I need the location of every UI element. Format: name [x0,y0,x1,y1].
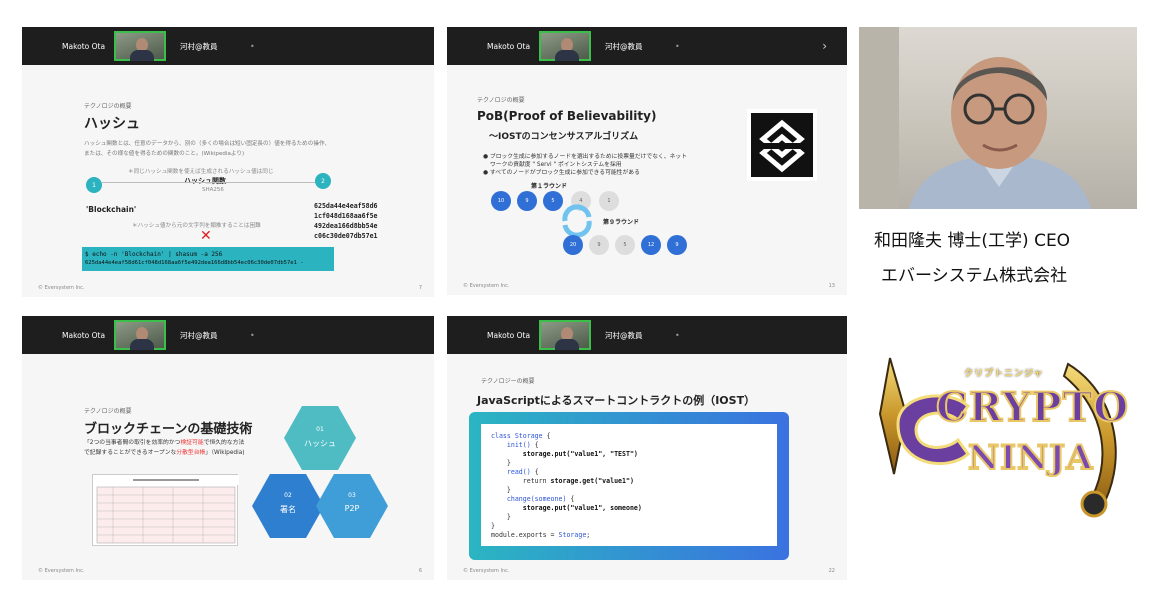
note: ＊同じハッシュ関数を使えば生成されるハッシュ値は同じ [128,169,274,175]
node: 10 [491,191,511,211]
iost-logo [747,109,817,181]
hex-label: ハッシュ [304,439,336,448]
slide-category: テクノロジの概要 [477,97,525,104]
participant-name: 河村@教員 [605,41,643,51]
terminal-box: $ echo -n 'Blockchain' | shasum -a 256 6… [82,247,334,271]
participant-name: 河村@教員 [605,330,643,340]
node-1: 1 [86,177,102,193]
round-1-label: 第１ラウンド [531,183,568,190]
speaker-video-tile[interactable] [539,31,591,61]
terminal-output: 625da44e4eaf58d61cf048d168aa6f5e492dea16… [85,260,304,266]
hash-output: 625da44e4eaf58d6 1cf048d168aa6f5e 492dea… [314,202,378,240]
crypto-ninja-logo: クリプトニンジャ CRYPTO NINJA [868,354,1138,534]
participant-name: Makoto Ota [62,41,106,51]
cross-icon: ✕ [200,228,212,244]
slide-footer: © Eversystem Inc. [463,283,510,289]
iost-logo-icon [751,113,813,177]
slide-title: ハッシュ [84,116,140,132]
slide-description: または、その様な値を得るための関数のこと。(Wikipediaより) [84,151,245,157]
note: ＊ハッシュ値から元の文字列を類推することは困難 [132,223,261,229]
round-9-nodes: 20 9 5 12 9 [563,235,693,265]
node: 20 [563,235,583,255]
node: 1 [599,191,619,211]
participant-name: 河村@教員 [180,330,218,340]
node: 12 [641,235,661,255]
speaker-video-tile[interactable] [114,320,166,350]
next-arrow-icon[interactable]: › [822,39,827,53]
speaker-video-tile[interactable] [114,31,166,61]
slide-category: テクノロジーの概要 [481,378,535,385]
screen-hash-slide: Makoto Ota 河村@教員 • テクノロジの概要 ハッシュ ハッシュ関数と… [22,27,434,297]
logo-word-ninja: NINJA [967,437,1094,479]
slide-footer: © Eversystem Inc. [38,285,85,291]
speaker-video-tile[interactable] [539,320,591,350]
slide: テクノロジーの概要 JavaScriptによるスマートコントラクトの例（IOST… [447,354,847,580]
slide-category: テクノロジの概要 [84,408,132,415]
page-number: 6 [418,568,422,574]
hex-label: P2P [344,504,360,513]
hex-number: 02 [284,492,292,499]
screen-javascript-slide: Makoto Ota 河村@教員 • テクノロジーの概要 JavaScriptに… [447,316,847,580]
code-block: class Storage { init() { storage.put("va… [481,424,777,546]
slide: テクノロジの概要 PoB(Proof of Believability) 〜IO… [447,65,847,295]
node: 9 [667,235,687,255]
participant-name: 河村@教員 [180,41,218,51]
hex-number: 03 [348,492,356,499]
page-number: 13 [828,283,835,289]
code-panel: class Storage { init() { storage.put("va… [469,412,789,560]
screen-blockchain-slide: Makoto Ota 河村@教員 • テクノロジの概要 ブロックチェーンの基礎技… [22,316,434,580]
zoom-participant-bar: Makoto Ota 河村@教員 • [22,316,434,354]
slide-title: JavaScriptによるスマートコントラクトの例（IOST） [477,394,756,407]
more-icon[interactable]: • [675,42,680,51]
cycle-arrows-icon [562,204,592,238]
slide-footer: © Eversystem Inc. [463,568,510,574]
slide-title: ブロックチェーンの基礎技術 [84,422,253,437]
zoom-participant-bar: Makoto Ota 河村@教員 • › [447,27,847,65]
zoom-participant-bar: Makoto Ota 河村@教員 • [22,27,434,65]
screen-pob-slide: Makoto Ota 河村@教員 • › テクノロジの概要 PoB(Proof … [447,27,847,295]
terminal-command: $ echo -n 'Blockchain' | shasum -a 256 [85,251,223,258]
slide-footer: © Eversystem Inc. [38,568,85,574]
algorithm-label: SHA256 [202,187,224,193]
node: 5 [615,235,635,255]
arrow-line [102,182,316,183]
bullet-list: ● ブロック生成に参加するノードを選出するために投票量だけでなく、ネット ワーク… [483,154,688,176]
slide: テクノロジの概要 ブロックチェーンの基礎技術 「2つの当事者間の取引を効率的かつ… [22,354,434,580]
page-number: 22 [828,568,835,574]
node-2: 2 [315,173,331,189]
round-9-label: 第９ラウンド [603,219,640,226]
more-icon[interactable]: • [250,331,255,340]
ledger-table-image [92,474,239,546]
more-icon[interactable]: • [250,42,255,51]
speaker-photo [859,27,1137,209]
speaker-name: 和田隆夫 博士(工学) CEO [874,231,1071,251]
node: 9 [589,235,609,255]
hex-label: 署名 [280,505,296,514]
speaker-company: エバーシステム株式会社 [881,266,1068,286]
page-number: 7 [418,285,422,291]
ledger-table-icon [93,475,239,544]
hash-function-label: ハッシュ関数 [184,177,226,185]
more-icon[interactable]: • [675,331,680,340]
logo-word-crypto: CRYPTO [935,383,1130,432]
wikipedia-quote: 「2つの当事者間の取引を効率的かつ検証可能で恒久的な方法 で記録することができる… [84,440,245,456]
logo-kana: クリプトニンジャ [964,369,1044,379]
speaker-portrait-icon [859,27,1091,209]
node: 9 [517,191,537,211]
hash-input: 'Blockchain' [86,205,137,214]
hex-number: 01 [316,426,324,433]
slide-subtitle: 〜IOSTのコンセンサスアルゴリズム [489,132,639,142]
slide-description: ハッシュ関数とは、任意のデータから、別の（多くの場合は短い固定長の）値を得るため… [84,141,331,147]
zoom-participant-bar: Makoto Ota 河村@教員 • [447,316,847,354]
slide-title: PoB(Proof of Believability) [477,109,657,123]
participant-name: Makoto Ota [62,330,106,340]
participant-name: Makoto Ota [487,330,531,340]
participant-name: Makoto Ota [487,41,531,51]
slide-category: テクノロジの概要 [84,103,132,110]
slide: テクノロジの概要 ハッシュ ハッシュ関数とは、任意のデータから、別の（多くの場合… [22,65,434,297]
